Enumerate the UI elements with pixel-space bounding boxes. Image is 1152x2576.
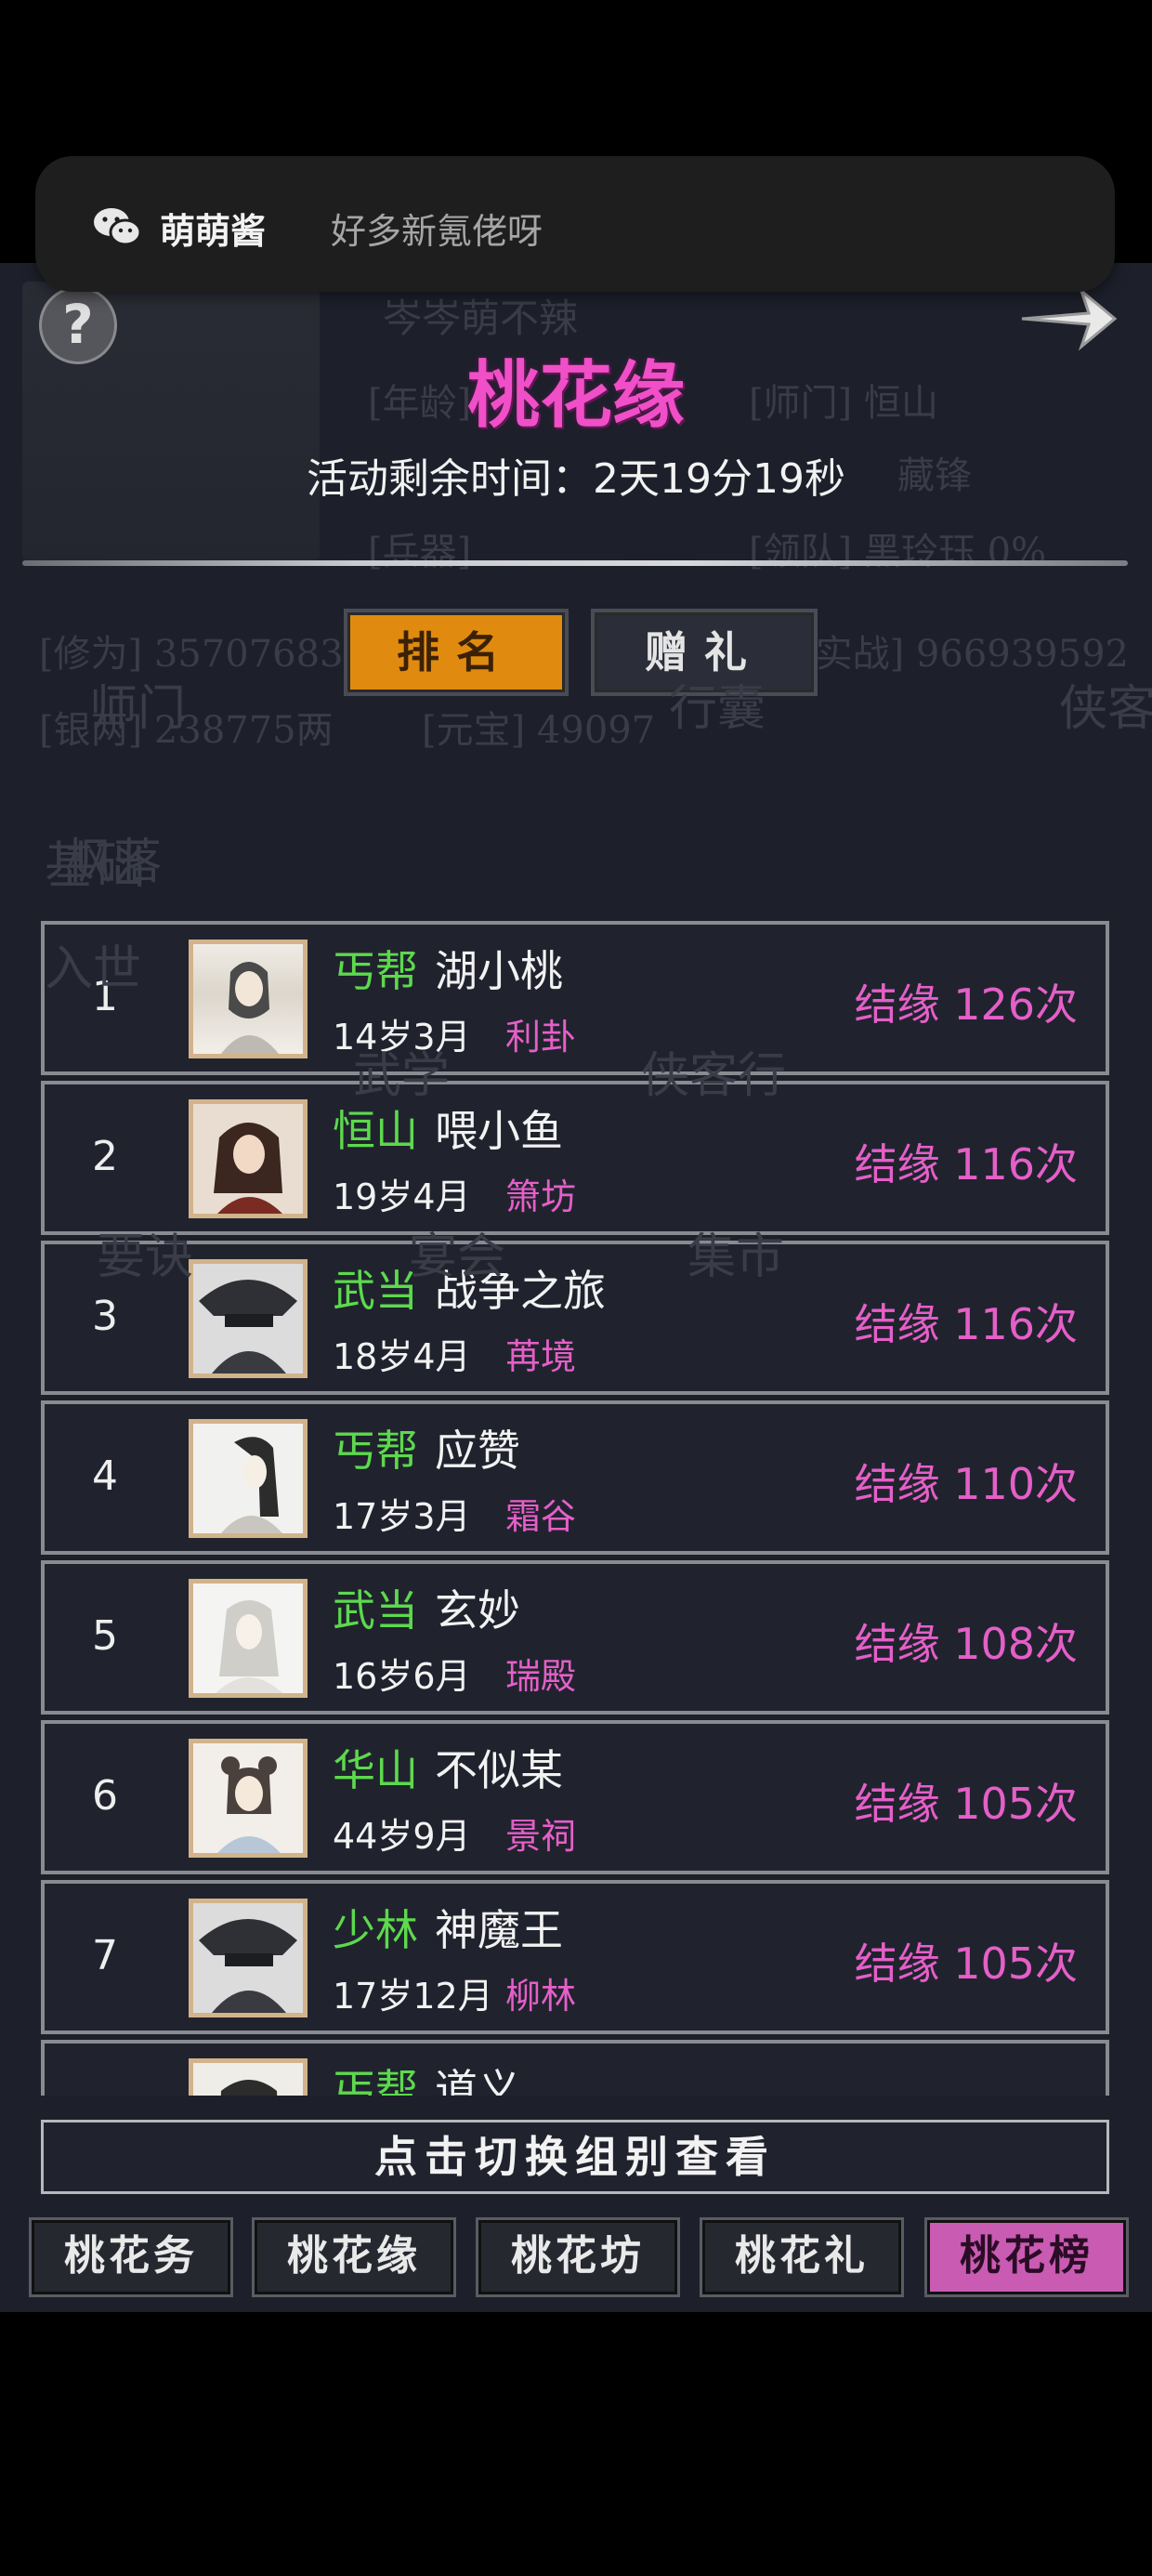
- ranking-row[interactable]: 2 恒山 喂小鱼 19岁4月 箫坊 结缘 116次: [41, 1081, 1109, 1235]
- player-age: 17岁12月: [333, 1976, 493, 2017]
- rank-number: 5: [92, 1612, 118, 1660]
- ranking-row[interactable]: 3 武当 战争之旅 18岁4月 苒境 结缘 116次: [41, 1241, 1109, 1395]
- wechat-notification[interactable]: 萌萌酱 好多新氪佬呀: [35, 156, 1115, 292]
- player-location: 景祠: [505, 1816, 577, 1857]
- player-age: 16岁6月: [333, 1656, 471, 1697]
- avatar[interactable]: [189, 2058, 308, 2096]
- avatar[interactable]: [189, 1259, 308, 1378]
- player-location: 苒境: [505, 1336, 577, 1377]
- avatar[interactable]: [189, 1099, 308, 1218]
- rank-number: 6: [92, 1772, 118, 1820]
- ranking-row[interactable]: 7 少林 神魔王 17岁12月 柳林 结缘 105次: [41, 1880, 1109, 2034]
- bond-count: 结缘 116次: [854, 1299, 1078, 1349]
- ghost-stat2: [银两] 238775两: [39, 709, 334, 752]
- player-name: 湖小桃: [435, 946, 563, 996]
- bond-count: 结缘 108次: [854, 1619, 1078, 1669]
- sect-label: 华山: [333, 1745, 418, 1795]
- sect-label: 丐帮: [333, 2065, 418, 2096]
- sect-label: 丐帮: [333, 946, 418, 996]
- event-timer: 活动剩余时间：2天19分19秒: [307, 455, 845, 503]
- ghost-profile-name: 岑岑萌不辣: [383, 296, 579, 341]
- player-name: 神魔王: [435, 1905, 563, 1955]
- player-location: 瑞殿: [505, 1656, 577, 1697]
- ranking-row[interactable]: 5 武当 玄妙 16岁6月 瑞殿 结缘 108次: [41, 1560, 1109, 1715]
- tab-taohua-wu[interactable]: 桃花务: [32, 2220, 230, 2294]
- rank-number: 2: [92, 1133, 118, 1180]
- rank-number: 4: [92, 1452, 118, 1500]
- ghost-stat2b: [元宝] 49097: [422, 709, 656, 752]
- player-name: 道义: [435, 2065, 520, 2096]
- avatar[interactable]: [189, 940, 308, 1058]
- sect-label: 恒山: [333, 1106, 418, 1156]
- header-divider: [22, 560, 1128, 566]
- tab-rank[interactable]: 排名: [347, 612, 565, 692]
- avatar[interactable]: [189, 1739, 308, 1858]
- ghost-menu-item: 集市: [687, 1229, 785, 1285]
- ghost-stat1: [修为] 35707683: [39, 633, 344, 676]
- ghost-menu-item: 侠客行: [641, 1048, 787, 1104]
- switch-group-button[interactable]: 点击切换组别查看: [41, 2120, 1109, 2194]
- player-age: 19岁4月: [333, 1176, 471, 1217]
- player-name: 喂小鱼: [435, 1106, 563, 1156]
- notification-sender: 萌萌酱: [160, 211, 267, 252]
- player-age: 18岁4月: [333, 1336, 471, 1377]
- ghost-menu-item: 要诀: [97, 1229, 194, 1285]
- bond-count: 结缘 110次: [854, 1459, 1078, 1509]
- ranking-row[interactable]: 1 丐帮 湖小桃 14岁3月 利卦 结缘 126次: [41, 921, 1109, 1075]
- player-location: 霜谷: [505, 1496, 577, 1537]
- avatar[interactable]: [189, 1899, 308, 2017]
- ghost-menu-item: 行囊: [669, 681, 766, 737]
- tab-taohua-bang[interactable]: 桃花榜: [927, 2220, 1126, 2294]
- player-name: 不似某: [435, 1745, 563, 1795]
- rank-number: 8: [82, 2092, 128, 2096]
- ghost-menu-item: 师门: [89, 681, 187, 737]
- bond-count: 结缘 116次: [854, 1139, 1078, 1189]
- ghost-menu-item: 侠客: [1059, 681, 1152, 737]
- ranking-row[interactable]: 8 丐帮 道义: [41, 2040, 1109, 2096]
- player-location: 柳林: [505, 1976, 577, 2017]
- notification-message: 好多新氪佬呀: [331, 211, 543, 252]
- bond-count: 结缘 105次: [854, 1939, 1078, 1989]
- ranking-list[interactable]: 1 丐帮 湖小桃 14岁3月 利卦 结缘 126次 2 恒山 喂小鱼 19岁4月…: [41, 921, 1113, 2096]
- ranking-row[interactable]: 4 丐帮 应赞 17岁3月 霜谷 结缘 110次: [41, 1400, 1109, 1555]
- sect-label: 少林: [333, 1905, 418, 1955]
- tab-taohua-yuan[interactable]: 桃花缘: [255, 2220, 453, 2294]
- rank-number: 3: [92, 1293, 118, 1340]
- sect-label: 丐帮: [333, 1426, 418, 1476]
- ghost-line3: [兵器]: [368, 531, 472, 573]
- ghost-menu-item: 枫落: [65, 835, 163, 890]
- player-age: 44岁9月: [333, 1816, 471, 1857]
- player-location: 箫坊: [505, 1176, 577, 1217]
- tab-taohua-fang[interactable]: 桃花坊: [478, 2220, 677, 2294]
- sect-label: 武当: [333, 1266, 418, 1316]
- ranking-row[interactable]: 6 华山 不似某 44岁9月 景祠 结缘 105次: [41, 1720, 1109, 1874]
- avatar[interactable]: [189, 1579, 308, 1698]
- ghost-menu-item: 武学: [353, 1048, 451, 1104]
- game-screen: 岑岑萌不辣 [年龄] [师门] 恒山 藏锋 [兵器] [领队] 黑玲珏 0% […: [0, 263, 1152, 2312]
- rank-number: 7: [92, 1932, 118, 1979]
- ghost-line3b: [领队] 黑玲珏 0%: [749, 531, 1047, 573]
- ghost-menu-item: 入世: [45, 941, 142, 997]
- sect-label: 武当: [333, 1585, 418, 1636]
- player-age: 17岁3月: [333, 1496, 471, 1537]
- player-name: 应赞: [435, 1426, 520, 1476]
- avatar[interactable]: [189, 1419, 308, 1538]
- page-title: 桃花缘: [466, 353, 685, 438]
- bond-count: 结缘 126次: [854, 979, 1078, 1030]
- tab-taohua-li[interactable]: 桃花礼: [702, 2220, 901, 2294]
- player-location: 利卦: [505, 1017, 577, 1058]
- player-name: 玄妙: [435, 1585, 520, 1636]
- ghost-menu-item: 宴会: [409, 1229, 506, 1285]
- wechat-icon: [94, 208, 141, 246]
- bond-count: 结缘 105次: [854, 1779, 1078, 1829]
